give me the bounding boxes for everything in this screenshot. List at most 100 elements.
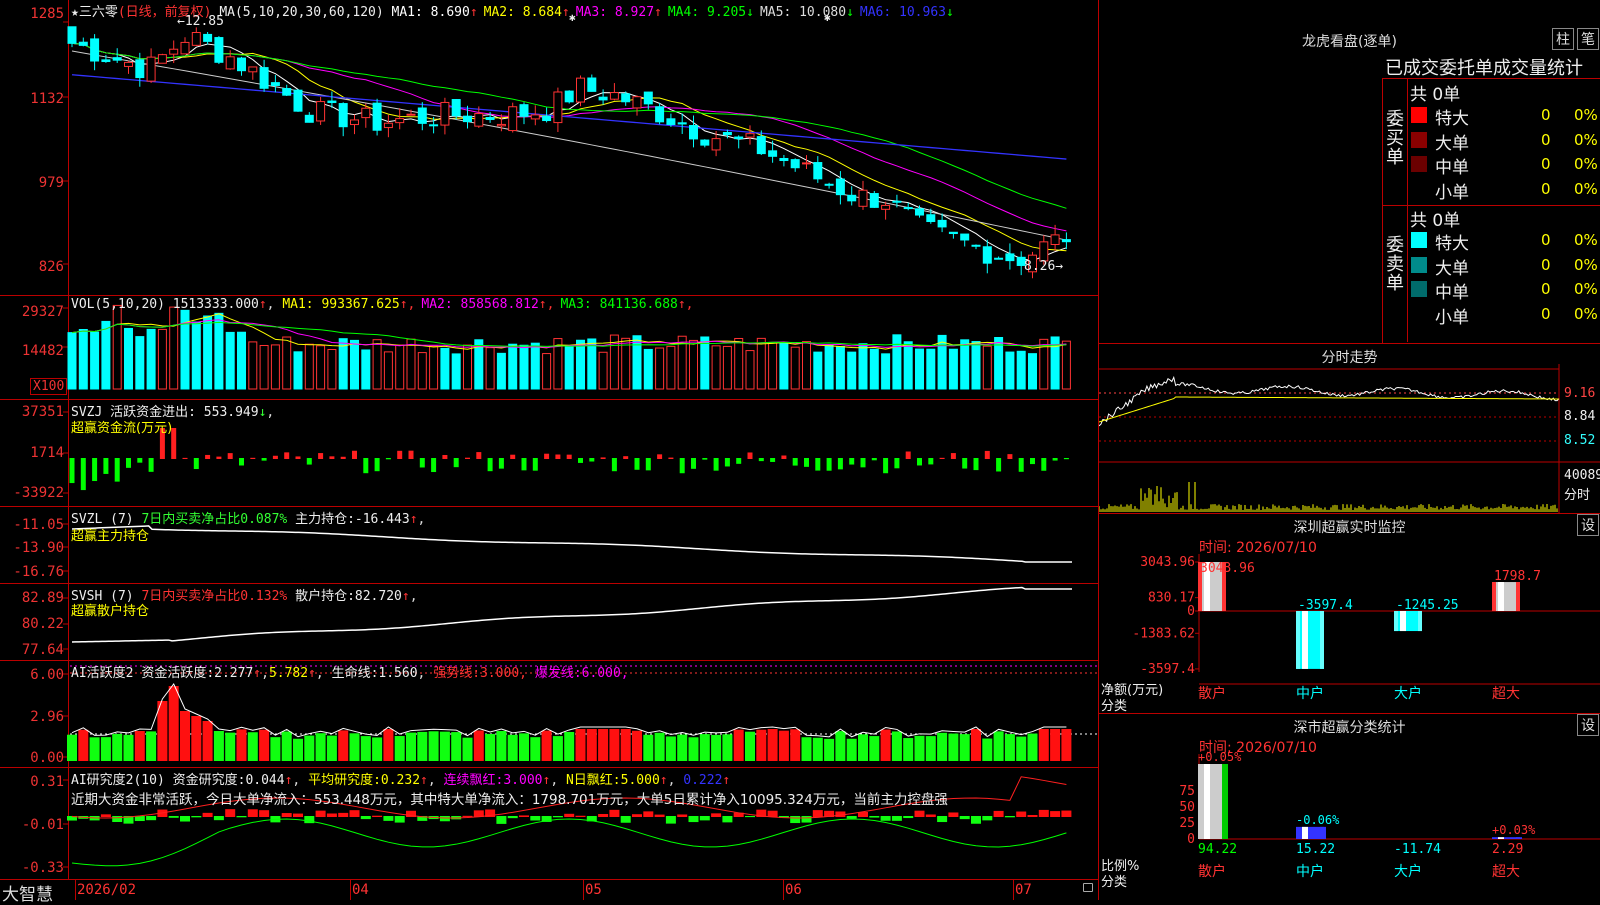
volume-bar [327, 349, 337, 390]
activity-bar [880, 729, 891, 761]
volume-bar [858, 343, 868, 390]
sz-monitor-panel[interactable]: 深圳超赢实时监控 设 时间: 2026/07/10 3043.96 830.17 0… [1098, 513, 1600, 714]
candle-body [802, 162, 811, 165]
candle-body [813, 162, 823, 180]
research-bar [259, 810, 270, 817]
stock-name[interactable]: 三六零 [79, 5, 118, 20]
ma-line-120 [71, 74, 1067, 160]
research-bar [394, 816, 405, 823]
activity-bar [1061, 729, 1072, 761]
research-bar [982, 816, 993, 821]
candle-body [282, 88, 292, 96]
change-label: +0.05% [1198, 750, 1242, 764]
research-bar [168, 816, 179, 818]
flow-bar [465, 457, 470, 459]
activity-bar [598, 729, 609, 761]
bar-mode-button[interactable]: 柱 [1552, 28, 1574, 50]
flow-bar [849, 458, 855, 465]
intraday-chart[interactable] [1099, 344, 1600, 514]
classify-y-tick: 25 [1179, 816, 1195, 831]
volume-bar [779, 341, 789, 390]
svsh-panel[interactable]: 82.89 80.22 77.64 SVSH (7) 7日内买卖净占比0.132… [0, 584, 1098, 661]
flow-bar [352, 450, 357, 459]
price-panel[interactable]: 1285 1132 979 826 ★三六零(日线，前复权) MA(5,10,2… [0, 0, 1098, 296]
research-bar [643, 811, 654, 817]
color-swatch [1411, 256, 1427, 273]
activity-bar [1027, 733, 1038, 761]
candle-body [655, 106, 665, 123]
activity-bar [699, 734, 710, 761]
category-label: 超大 [1492, 864, 1520, 880]
candle-body [316, 101, 326, 122]
color-swatch [1411, 180, 1427, 197]
ma-item: MA6: 10.963↓ [859, 5, 954, 20]
color-swatch [1411, 281, 1427, 297]
app-logo[interactable]: 大智慧 [2, 880, 53, 905]
order-count: 0 [1541, 179, 1551, 198]
candle-body [67, 26, 77, 44]
bar-value-label: -3597.4 [1298, 598, 1353, 613]
flow-bar [1052, 458, 1058, 461]
volume-bar [768, 342, 778, 390]
candle-body [903, 207, 913, 210]
flow-bar [634, 458, 640, 470]
marker-icon: ✱ [824, 11, 831, 24]
candle-body [553, 91, 563, 124]
activity-bar [349, 733, 360, 761]
candlestick-chart[interactable] [0, 0, 1098, 296]
lock-icon[interactable] [1083, 883, 1093, 892]
activity-bar [801, 737, 812, 761]
research-bar [213, 816, 224, 821]
candle-body [869, 193, 879, 208]
volume-panel[interactable]: 29327 14482 X100 VOL(5,10,20) 1513333.00… [0, 296, 1098, 400]
flow-bar [329, 456, 335, 459]
activity-bar [541, 730, 552, 761]
ratio-chart[interactable]: 7550250 +0.05% 94.22 散户 -0.06% 15.22 中户 -11.74 大… [1099, 714, 1600, 901]
research-bar [507, 816, 518, 819]
svzj-value: 553.949 [203, 405, 259, 420]
activity-bar [1050, 729, 1061, 761]
activity-bar [338, 730, 349, 761]
candle-body [881, 204, 891, 210]
flow-bar [250, 457, 256, 459]
volume-bar [316, 345, 326, 390]
volume-bar [564, 345, 574, 390]
research-bar [496, 816, 507, 824]
flow-bar [939, 457, 945, 459]
sz-classify-panel[interactable]: 深市超赢分类统计 设 时间: 2026/07/10 75 50 25 0 +0.05% 9… [1098, 713, 1600, 900]
monitor-y-tick: 3043.96 [1140, 555, 1195, 570]
research-bar [281, 813, 292, 817]
ai-research-panel[interactable]: 0.31 -0.01 -0.33 AI研究度2(10) 资金研究度:0.044↑… [0, 768, 1098, 880]
x-tick: 2026/02 [77, 882, 137, 898]
svsh-main-value: 82.720 [354, 589, 402, 604]
bar-value-label: 2.29 [1492, 842, 1523, 857]
flow-bar [657, 454, 663, 459]
activity-bar [552, 736, 563, 761]
volume-bar [722, 345, 732, 390]
flow-bar [770, 458, 776, 462]
volume-bar [519, 344, 529, 390]
life-value: 1.560 [378, 666, 418, 681]
volume-bar [112, 304, 122, 390]
order-type-label: 中单 [1435, 158, 1469, 178]
volume-bar [135, 336, 145, 390]
net-flow-chart[interactable]: 3043.96830.170-1383.62-3597.43043.96散户-3… [1099, 514, 1600, 714]
flow-bar [871, 458, 877, 461]
volume-bar [191, 321, 201, 390]
ai-active-panel[interactable]: 6.00 2.96 0.00 AI活跃度2 资金活跃度:2.277↑,5.782… [0, 661, 1098, 768]
tick-mode-button[interactable]: 笔 [1577, 28, 1599, 50]
volume-bar [1028, 353, 1037, 390]
svzl-panel[interactable]: -11.05 -13.90 -16.76 SVZL (7) 7日内买卖净占比0.… [0, 507, 1098, 584]
candle-body [112, 57, 122, 61]
candle-body [146, 56, 156, 82]
research-comment: 近期大资金非常活跃，今日大单净流入：553.448万元，其中特大单净流入：179… [71, 792, 948, 808]
activity-bar [67, 734, 77, 761]
volume-bar [1016, 350, 1026, 390]
order-type-label: 小单 [1435, 182, 1469, 203]
intraday-panel[interactable]: 分时走势 9.16 8.84 8.52 40089 分时 [1098, 343, 1600, 514]
research-bar [891, 816, 902, 821]
dragon-panel[interactable]: 龙虎看盘(逐单) 柱 笔 已成交委托单成交量统计 委买单 委卖单 共 0单 共 … [1098, 0, 1600, 343]
order-type-label: 中单 [1435, 283, 1469, 303]
svzj-panel[interactable]: 37351 1714 -33922 SVZJ 活跃资金进出: 553.949↓,… [0, 400, 1098, 507]
category-label: 散户 [1198, 685, 1226, 702]
